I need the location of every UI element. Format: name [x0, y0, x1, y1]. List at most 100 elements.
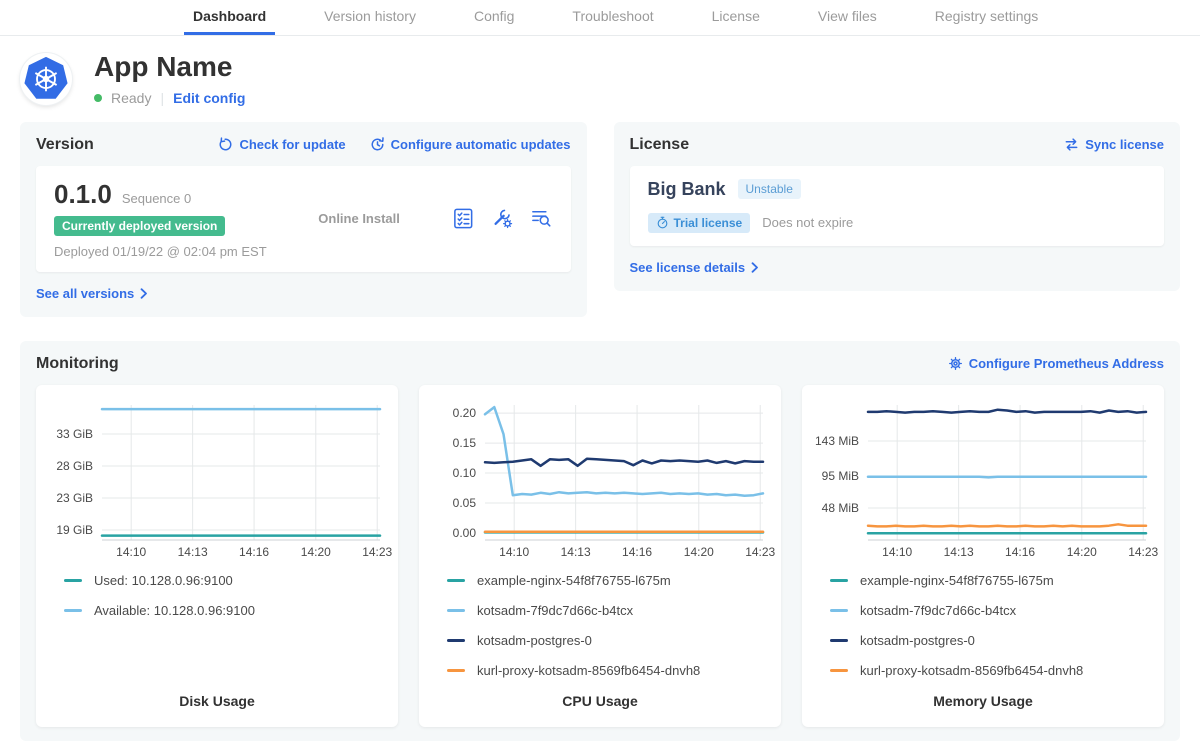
- monitoring-panel: Monitoring Configure Prometheus Address …: [20, 341, 1180, 741]
- license-details-card: Big Bank Unstable Trial license Does not…: [630, 166, 1165, 246]
- chart-plot: 0.000.050.100.150.2014:1014:1314:1614:20…: [419, 393, 781, 561]
- legend-item: kotsadm-postgres-0: [447, 633, 781, 648]
- legend-label: example-nginx-54f8f76755-l675m: [477, 573, 671, 588]
- legend-label: kurl-proxy-kotsadm-8569fb6454-dnvh8: [477, 663, 700, 678]
- license-panel: License Sync license Big Bank Unstable: [614, 122, 1181, 291]
- monitoring-title: Monitoring: [36, 355, 119, 373]
- see-license-details-link[interactable]: See license details: [630, 260, 760, 275]
- svg-text:48 MiB: 48 MiB: [822, 501, 859, 515]
- expiration-text: Does not expire: [762, 215, 853, 230]
- svg-text:14:16: 14:16: [239, 545, 269, 559]
- legend-swatch: [830, 609, 848, 612]
- legend-item: kotsadm-7f9dc7d66c-b4tcx: [830, 603, 1164, 618]
- chart-title: CPU Usage: [419, 693, 781, 709]
- chart-legend: Used: 10.128.0.96:9100 Available: 10.128.…: [36, 561, 398, 633]
- edit-config-link[interactable]: Edit config: [173, 90, 245, 106]
- configure-prometheus-button[interactable]: Configure Prometheus Address: [948, 356, 1164, 371]
- version-number: 0.1.0: [54, 179, 112, 210]
- legend-label: kotsadm-7f9dc7d66c-b4tcx: [477, 603, 633, 618]
- charts-row: 19 GiB23 GiB28 GiB33 GiB14:1014:1314:161…: [36, 385, 1164, 727]
- tab-dashboard[interactable]: Dashboard: [184, 0, 275, 35]
- svg-text:0.00: 0.00: [453, 526, 477, 540]
- chart-plot: 48 MiB95 MiB143 MiB14:1014:1314:1614:201…: [802, 393, 1164, 561]
- legend-swatch: [64, 609, 82, 612]
- stopwatch-icon: [656, 216, 669, 229]
- chart-title: Memory Usage: [802, 693, 1164, 709]
- legend-label: kotsadm-postgres-0: [860, 633, 975, 648]
- chevron-right-icon: [140, 288, 148, 299]
- divider: |: [160, 90, 164, 106]
- kubernetes-icon: [24, 57, 68, 101]
- customer-name: Big Bank: [648, 179, 726, 200]
- legend-swatch: [447, 639, 465, 642]
- svg-text:14:10: 14:10: [499, 545, 529, 559]
- current-version-card: 0.1.0 Sequence 0 Currently deployed vers…: [36, 166, 571, 272]
- sync-arrows-icon: [1064, 137, 1079, 152]
- configure-automatic-updates-button[interactable]: Configure automatic updates: [370, 137, 571, 152]
- edit-config-wrench-icon[interactable]: [491, 207, 514, 230]
- status-text: Ready: [111, 90, 151, 106]
- chart-card-cpu-usage: 0.000.050.100.150.2014:1014:1314:1614:20…: [419, 385, 781, 727]
- svg-text:33 GiB: 33 GiB: [56, 427, 93, 441]
- legend-swatch: [64, 579, 82, 582]
- legend-label: Used: 10.128.0.96:9100: [94, 573, 233, 588]
- svg-text:14:13: 14:13: [561, 545, 591, 559]
- legend-swatch: [447, 609, 465, 612]
- legend-swatch: [830, 669, 848, 672]
- legend-item: kotsadm-postgres-0: [830, 633, 1164, 648]
- chart-title: Disk Usage: [36, 693, 398, 709]
- app-logo: [20, 53, 72, 105]
- tab-config[interactable]: Config: [465, 0, 523, 35]
- chart-plot: 19 GiB23 GiB28 GiB33 GiB14:1014:1314:161…: [36, 393, 398, 561]
- page-title: App Name: [94, 52, 245, 83]
- svg-text:14:23: 14:23: [362, 545, 392, 559]
- svg-text:14:16: 14:16: [622, 545, 652, 559]
- legend-label: kotsadm-7f9dc7d66c-b4tcx: [860, 603, 1016, 618]
- tab-troubleshoot[interactable]: Troubleshoot: [563, 0, 662, 35]
- svg-text:14:20: 14:20: [1067, 545, 1097, 559]
- svg-text:14:20: 14:20: [684, 545, 714, 559]
- svg-text:14:10: 14:10: [882, 545, 912, 559]
- check-for-update-button[interactable]: Check for update: [218, 137, 345, 152]
- legend-item: kurl-proxy-kotsadm-8569fb6454-dnvh8: [830, 663, 1164, 678]
- preflight-checks-icon[interactable]: [452, 207, 475, 230]
- svg-text:14:23: 14:23: [745, 545, 775, 559]
- tab-view-files[interactable]: View files: [809, 0, 886, 35]
- legend-swatch: [830, 639, 848, 642]
- chart-card-disk-usage: 19 GiB23 GiB28 GiB33 GiB14:1014:1314:161…: [36, 385, 398, 727]
- svg-text:0.10: 0.10: [453, 466, 477, 480]
- legend-item: kotsadm-7f9dc7d66c-b4tcx: [447, 603, 781, 618]
- tab-version-history[interactable]: Version history: [315, 0, 425, 35]
- svg-text:14:20: 14:20: [301, 545, 331, 559]
- app-header: App Name Ready | Edit config: [20, 52, 1180, 106]
- legend-label: example-nginx-54f8f76755-l675m: [860, 573, 1054, 588]
- chart-legend: example-nginx-54f8f76755-l675m kotsadm-7f…: [419, 561, 781, 693]
- deployed-badge: Currently deployed version: [54, 216, 225, 236]
- gear-icon: [948, 356, 963, 371]
- legend-label: Available: 10.128.0.96:9100: [94, 603, 255, 618]
- chart-legend: example-nginx-54f8f76755-l675m kotsadm-7f…: [802, 561, 1164, 693]
- install-type-label: Online Install: [318, 211, 400, 226]
- legend-swatch: [447, 579, 465, 582]
- legend-item: example-nginx-54f8f76755-l675m: [830, 573, 1164, 588]
- see-all-versions-link[interactable]: See all versions: [36, 286, 148, 301]
- clock-refresh-icon: [370, 137, 385, 152]
- svg-text:14:13: 14:13: [944, 545, 974, 559]
- svg-text:95 MiB: 95 MiB: [822, 469, 859, 483]
- license-panel-title: License: [630, 136, 690, 154]
- legend-label: kotsadm-postgres-0: [477, 633, 592, 648]
- svg-text:0.15: 0.15: [453, 436, 477, 450]
- channel-badge: Unstable: [738, 179, 801, 199]
- svg-text:14:13: 14:13: [178, 545, 208, 559]
- svg-text:0.20: 0.20: [453, 406, 477, 420]
- sync-license-button[interactable]: Sync license: [1064, 137, 1164, 152]
- svg-text:28 GiB: 28 GiB: [56, 459, 93, 473]
- legend-item: Used: 10.128.0.96:9100: [64, 573, 398, 588]
- status-dot: [94, 94, 102, 102]
- view-diff-logs-icon[interactable]: [530, 207, 553, 230]
- svg-text:14:16: 14:16: [1005, 545, 1035, 559]
- tab-license[interactable]: License: [703, 0, 769, 35]
- tab-registry-settings[interactable]: Registry settings: [926, 0, 1047, 35]
- legend-swatch: [830, 579, 848, 582]
- refresh-icon: [218, 137, 233, 152]
